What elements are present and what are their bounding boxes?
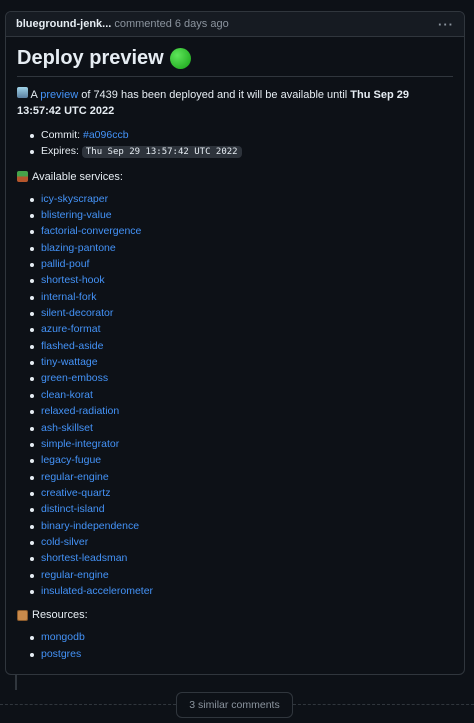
service-link[interactable]: azure-format	[41, 323, 101, 335]
page-title: Deploy preview	[17, 47, 453, 77]
service-item: blistering-value	[30, 207, 453, 223]
potted-plant-icon	[17, 171, 28, 183]
service-item: distinct-island	[30, 501, 453, 517]
resource-link[interactable]: mongodb	[41, 631, 85, 643]
service-item: internal-fork	[30, 289, 453, 305]
service-item: icy-skyscraper	[30, 191, 453, 207]
service-link[interactable]: regular-engine	[41, 569, 109, 581]
service-link[interactable]: relaxed-radiation	[41, 405, 119, 417]
divider-right	[293, 704, 474, 705]
service-item: regular-engine	[30, 469, 453, 485]
expires-value: Thu Sep 29 13:57:42 UTC 2022	[81, 146, 242, 159]
comment-timestamp[interactable]: commented 6 days ago	[114, 18, 228, 30]
service-item: simple-integrator	[30, 436, 453, 452]
service-item: flashed-aside	[30, 338, 453, 354]
service-link[interactable]: blistering-value	[41, 209, 112, 221]
summary-middle: of 7439 has been deployed and it will be…	[78, 89, 351, 101]
service-item: clean-korat	[30, 387, 453, 403]
comment-body: Deploy preview A preview of 7439 has bee…	[6, 37, 464, 672]
resource-link[interactable]: postgres	[41, 648, 81, 660]
service-link[interactable]: binary-independence	[41, 520, 139, 532]
service-item: cold-silver	[30, 534, 453, 550]
divider-left	[0, 704, 176, 705]
similar-comments-button[interactable]: 3 similar comments	[176, 692, 293, 718]
commit-label: Commit:	[41, 129, 83, 141]
resource-item: mongodb	[30, 629, 453, 645]
services-list: icy-skyscraper blistering-value factorial-…	[30, 191, 453, 600]
comment-header: blueground-jenk... commented 6 days ago …	[6, 12, 464, 37]
commit-link[interactable]: #a096ccb	[83, 129, 129, 141]
service-link[interactable]: regular-engine	[41, 471, 109, 483]
comment-author[interactable]: blueground-jenk...	[16, 18, 111, 30]
service-link[interactable]: green-emboss	[41, 372, 108, 384]
service-link[interactable]: legacy-fugue	[41, 454, 101, 466]
service-item: azure-format	[30, 321, 453, 337]
service-item: factorial-convergence	[30, 223, 453, 239]
summary-prefix: A	[28, 89, 41, 101]
resources-heading: Resources:	[17, 609, 453, 621]
resources-label: Resources:	[32, 609, 88, 622]
service-link[interactable]: ash-skillset	[41, 422, 93, 434]
service-item: green-emboss	[30, 370, 453, 386]
expires-label: Expires:	[41, 145, 82, 158]
service-item: regular-engine	[30, 567, 453, 583]
service-item: shortest-leadsman	[30, 550, 453, 566]
expires-item: Expires: Thu Sep 29 13:57:42 UTC 2022	[30, 143, 453, 160]
service-item: creative-quartz	[30, 485, 453, 501]
deploy-summary: A preview of 7439 has been deployed and …	[17, 87, 453, 119]
comment-card: blueground-jenk... commented 6 days ago …	[5, 11, 465, 675]
service-item: silent-decorator	[30, 305, 453, 321]
service-link[interactable]: blazing-pantone	[41, 242, 116, 254]
service-link[interactable]: clean-korat	[41, 389, 93, 401]
service-item: ash-skillset	[30, 420, 453, 436]
service-link[interactable]: shortest-hook	[41, 274, 105, 286]
service-item: shortest-hook	[30, 272, 453, 288]
service-link[interactable]: silent-decorator	[41, 307, 113, 319]
title-text: Deploy preview	[17, 47, 164, 69]
service-link[interactable]: tiny-wattage	[41, 356, 98, 368]
service-item: insulated-accelerometer	[30, 583, 453, 599]
service-link[interactable]: flashed-aside	[41, 340, 103, 352]
service-link[interactable]: shortest-leadsman	[41, 552, 127, 564]
service-link[interactable]: icy-skyscraper	[41, 193, 108, 205]
rocket-icon	[17, 87, 28, 98]
preview-link[interactable]: preview	[40, 89, 78, 101]
services-label: Available services:	[32, 170, 123, 183]
service-link[interactable]: internal-fork	[41, 291, 96, 303]
service-item: legacy-fugue	[30, 452, 453, 468]
services-heading: Available services:	[17, 171, 453, 183]
service-link[interactable]: cold-silver	[41, 536, 88, 548]
service-item: pallid-pouf	[30, 256, 453, 272]
service-link[interactable]: factorial-convergence	[41, 225, 141, 237]
service-link[interactable]: pallid-pouf	[41, 258, 89, 270]
resource-item: postgres	[30, 646, 453, 662]
service-item: relaxed-radiation	[30, 403, 453, 419]
kebab-horizontal-icon[interactable]: ···	[438, 17, 454, 32]
service-link[interactable]: distinct-island	[41, 503, 105, 515]
service-item: binary-independence	[30, 518, 453, 534]
resources-list: mongodb postgres	[30, 629, 453, 662]
service-link[interactable]: creative-quartz	[41, 487, 110, 499]
service-item: blazing-pantone	[30, 240, 453, 256]
commit-item: Commit: #a096ccb	[30, 127, 453, 143]
service-link[interactable]: simple-integrator	[41, 438, 119, 450]
green-circle-icon	[169, 48, 191, 69]
service-link[interactable]: insulated-accelerometer	[41, 585, 153, 597]
package-icon	[17, 609, 28, 621]
service-item: tiny-wattage	[30, 354, 453, 370]
deploy-details-list: Commit: #a096ccb Expires: Thu Sep 29 13:…	[30, 127, 453, 161]
